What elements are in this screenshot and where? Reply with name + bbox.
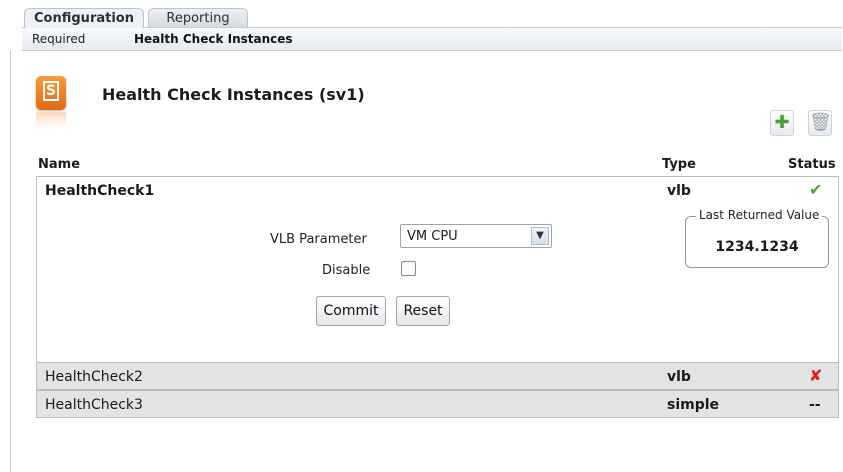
table-row[interactable]: HealthCheck1 vlb ✔ xyxy=(36,176,839,204)
last-returned-value: 1234.1234 xyxy=(715,239,799,255)
last-returned-value-label: Last Returned Value xyxy=(696,208,823,222)
row-name: HealthCheck3 xyxy=(45,397,143,413)
column-header-name: Name xyxy=(38,157,81,172)
service-icon: S xyxy=(36,76,72,132)
disable-label: Disable xyxy=(322,263,371,278)
trash-icon: 🗑 xyxy=(809,112,832,133)
status-ok-icon: ✔ xyxy=(809,180,823,199)
delete-button[interactable]: 🗑 xyxy=(808,110,832,136)
table-row[interactable]: HealthCheck2 vlb ✘ xyxy=(36,362,839,390)
disable-checkbox[interactable] xyxy=(401,261,416,276)
vlb-parameter-value: VM CPU xyxy=(407,229,458,244)
vlb-parameter-label: VLB Parameter xyxy=(270,232,367,247)
column-header-type: Type xyxy=(662,157,696,172)
chevron-down-icon[interactable]: ▼ xyxy=(531,227,549,245)
row-name: HealthCheck2 xyxy=(45,369,143,385)
status-error-icon: ✘ xyxy=(809,366,823,385)
column-header-status: Status xyxy=(788,157,836,172)
subtab-health-check-instances[interactable]: Health Check Instances xyxy=(134,32,293,46)
tab-reporting[interactable]: Reporting xyxy=(148,8,248,28)
subtab-required[interactable]: Required xyxy=(32,32,85,46)
table-row[interactable]: HealthCheck3 simple -- xyxy=(36,390,839,418)
status-none-icon: -- xyxy=(809,397,821,413)
row-name: HealthCheck1 xyxy=(45,183,155,199)
row-type: simple xyxy=(667,397,720,413)
left-divider xyxy=(10,50,11,472)
commit-button[interactable]: Commit xyxy=(316,296,386,326)
row-type: vlb xyxy=(667,369,691,385)
add-button[interactable]: ✚ xyxy=(770,110,794,136)
tab-configuration[interactable]: Configuration xyxy=(24,8,144,28)
reset-button[interactable]: Reset xyxy=(396,296,450,326)
vlb-parameter-select[interactable]: VM CPU ▼ xyxy=(400,224,552,248)
subtab-bar: Required Health Check Instances xyxy=(22,27,842,51)
service-icon-letter: S xyxy=(43,81,59,101)
plus-icon: ✚ xyxy=(774,112,790,133)
row-type: vlb xyxy=(667,183,691,199)
page-title: Health Check Instances (sv1) xyxy=(102,85,365,104)
